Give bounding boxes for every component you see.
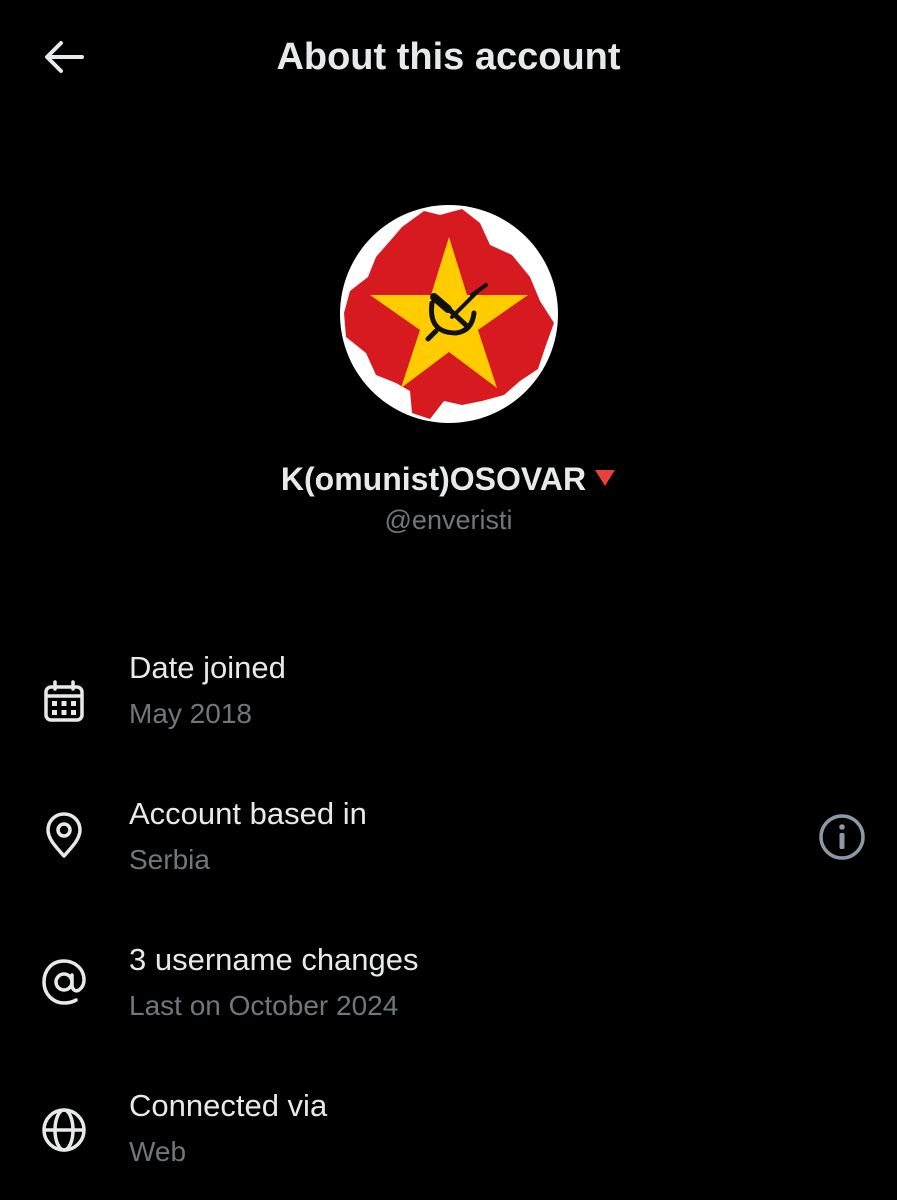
row-subtitle: May 2018 (129, 698, 252, 729)
profile-handle: @enveristi (384, 505, 513, 535)
page-title: About this account (276, 36, 621, 78)
row-title: Account based in (129, 796, 367, 831)
info-icon (819, 814, 865, 860)
row-date-joined: Date joined May 2018 (0, 640, 897, 760)
avatar-image (344, 209, 554, 419)
calendar-icon (38, 676, 90, 728)
row-connected-via: Connected via Web (0, 1078, 897, 1198)
row-account-based-in: Account based in Serbia (0, 786, 897, 906)
at-sign-icon (38, 956, 90, 1008)
avatar (340, 205, 558, 423)
row-subtitle: Web (129, 1136, 187, 1167)
info-button[interactable] (816, 811, 868, 863)
profile-name: K(omunist)OSOVAR (0, 461, 897, 498)
display-name: K(omunist)OSOVAR (280, 461, 587, 497)
row-username-changes: 3 username changes Last on October 2024 (0, 932, 897, 1052)
location-pin-icon (38, 809, 90, 861)
row-subtitle: Last on October 2024 (129, 990, 399, 1021)
row-title: Connected via (129, 1088, 328, 1123)
globe-icon (38, 1104, 90, 1156)
top-bar: About this account (0, 0, 897, 116)
row-title: Date joined (129, 650, 286, 685)
row-subtitle: Serbia (129, 844, 210, 875)
red-triangle-down-icon (595, 470, 616, 486)
row-title: 3 username changes (129, 942, 419, 977)
